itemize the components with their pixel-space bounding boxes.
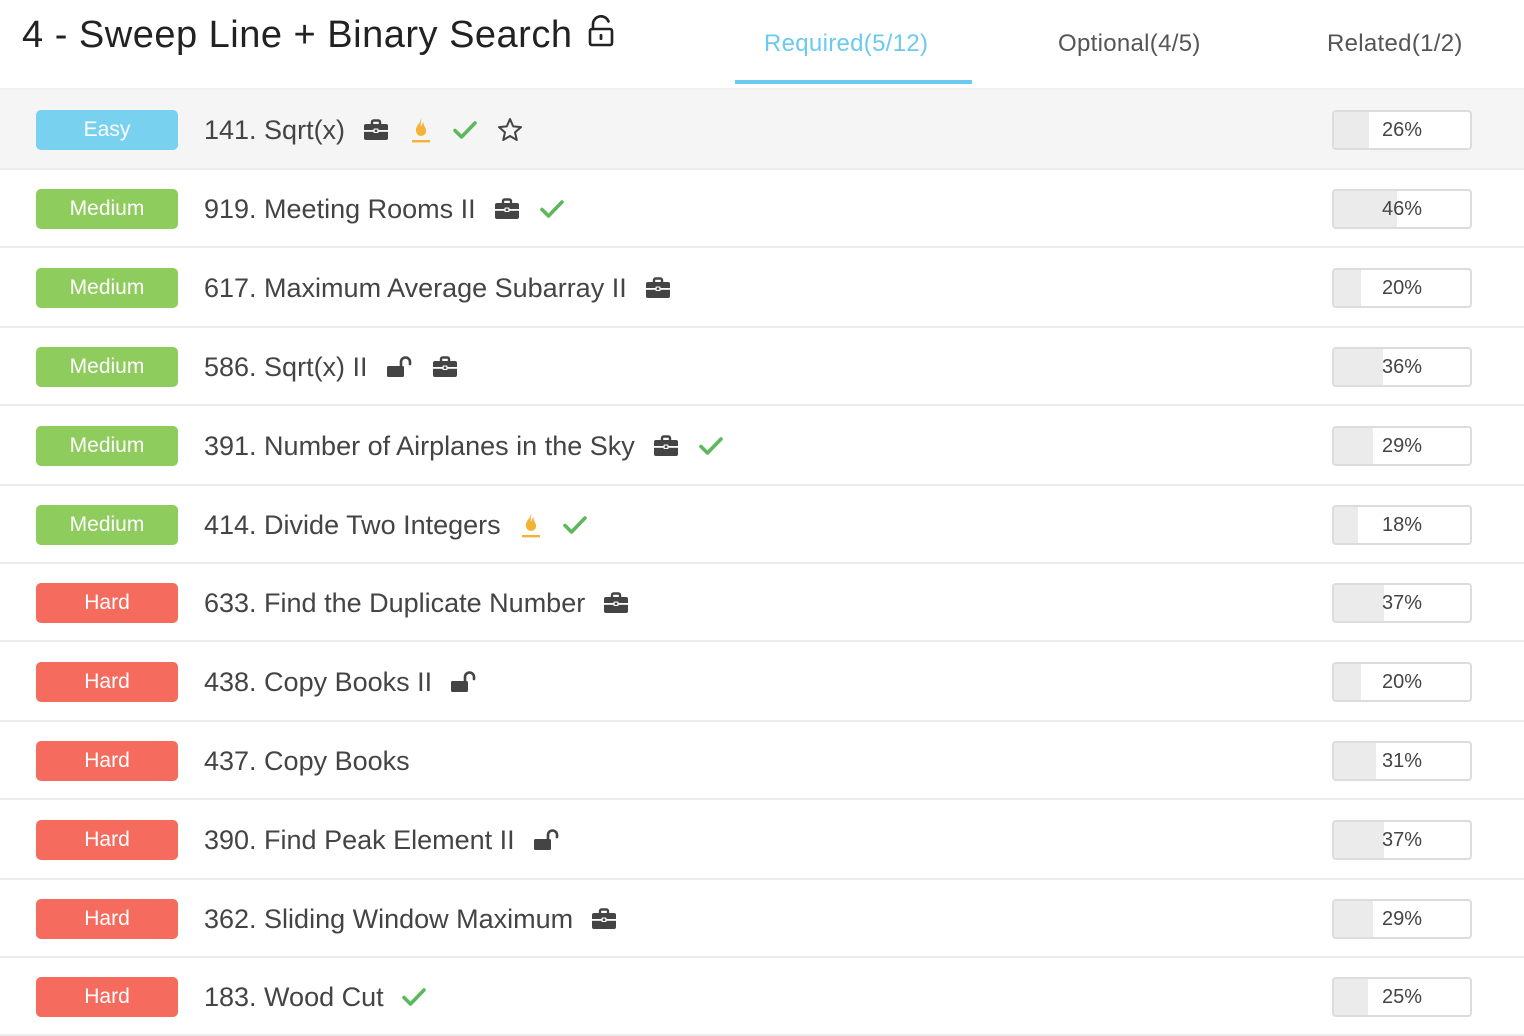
acceptance-rate-text: 37% [1381,829,1423,851]
problem-title-link[interactable]: 183. Wood Cut [204,977,426,1017]
acceptance-rate-bar: 20% [1332,268,1472,308]
unlock-icon [533,829,559,851]
problem-row[interactable]: Medium 919. Meeting Rooms II 46% [0,170,1524,248]
problem-row[interactable]: Medium 414. Divide Two Integers 18% [0,486,1524,564]
tab-optional[interactable]: Optional(4/5) [1058,30,1201,58]
problem-title-link[interactable]: 390. Find Peak Element II [204,820,559,860]
briefcase-icon [494,198,520,220]
acceptance-rate-text: 20% [1381,277,1423,299]
unlock-icon [450,671,476,693]
problem-title: 390. Find Peak Element II [204,824,515,855]
page-header: 4 - Sweep Line + Binary Search Required(… [0,0,1524,90]
briefcase-icon [432,356,458,378]
difficulty-badge: Hard [36,977,178,1017]
problem-title: 633. Find the Duplicate Number [204,587,586,618]
problem-row[interactable]: Medium 586. Sqrt(x) II 36% [0,328,1524,406]
tab-related[interactable]: Related(1/2) [1327,30,1463,58]
acceptance-rate-text: 26% [1381,119,1423,141]
acceptance-rate-text: 36% [1381,356,1423,378]
problem-row[interactable]: Hard 633. Find the Duplicate Number 37% [0,564,1524,642]
problem-title-link[interactable]: 362. Sliding Window Maximum [204,899,617,939]
acceptance-rate-bar: 37% [1332,583,1472,623]
page-title-text: 4 - Sweep Line + Binary Search [22,14,573,56]
problem-title: 362. Sliding Window Maximum [204,903,574,934]
check-icon [698,436,723,456]
problem-row[interactable]: Hard 390. Find Peak Element II 37% [0,800,1524,880]
difficulty-badge: Medium [36,347,178,387]
acceptance-rate-text: 29% [1381,435,1423,457]
difficulty-badge: Hard [36,662,178,702]
acceptance-rate-bar: 29% [1332,899,1472,939]
problem-title-link[interactable]: 438. Copy Books II [204,662,476,702]
problem-row[interactable]: Hard 438. Copy Books II 20% [0,642,1524,722]
acceptance-rate-text: 20% [1381,671,1423,693]
briefcase-icon [603,592,629,614]
acceptance-rate-bar: 31% [1332,741,1472,781]
difficulty-badge: Medium [36,268,178,308]
flame-icon [519,511,543,539]
acceptance-rate-text: 37% [1381,592,1423,614]
acceptance-rate-bar: 26% [1332,110,1472,150]
star-icon[interactable] [497,117,523,143]
problem-title: 617. Maximum Average Subarray II [204,272,627,303]
problem-title-link[interactable]: 633. Find the Duplicate Number [204,583,629,623]
acceptance-rate-text: 29% [1381,908,1423,930]
problem-list: Easy 141. Sqrt(x) 26% Medium 919. Meeting Ro… [0,90,1524,1036]
problem-row[interactable]: Easy 141. Sqrt(x) 26% [0,90,1524,170]
problem-title: 919. Meeting Rooms II [204,193,476,224]
unlock-icon [386,356,412,378]
acceptance-rate-text: 18% [1381,514,1423,536]
acceptance-rate-bar: 36% [1332,347,1472,387]
acceptance-rate-text: 31% [1381,750,1423,772]
flame-icon [409,116,433,144]
acceptance-rate-text: 25% [1381,986,1423,1008]
difficulty-badge: Hard [36,583,178,623]
acceptance-rate-bar: 29% [1332,426,1472,466]
acceptance-rate-bar: 18% [1332,505,1472,545]
acceptance-rate-bar: 25% [1332,977,1472,1017]
problem-title-link[interactable]: 437. Copy Books [204,741,410,781]
problem-title-link[interactable]: 391. Number of Airplanes in the Sky [204,426,723,466]
difficulty-badge: Medium [36,189,178,229]
problem-title: 391. Number of Airplanes in the Sky [204,430,635,461]
briefcase-icon [645,277,671,299]
page-title: 4 - Sweep Line + Binary Search [22,14,614,57]
problem-title: 141. Sqrt(x) [204,114,346,145]
problem-row[interactable]: Hard 362. Sliding Window Maximum 29% [0,880,1524,958]
unlock-icon [588,14,614,57]
problem-row[interactable]: Hard 437. Copy Books 31% [0,722,1524,800]
problem-title-link[interactable]: 617. Maximum Average Subarray II [204,268,671,308]
difficulty-badge: Hard [36,820,178,860]
difficulty-badge: Hard [36,899,178,939]
acceptance-rate-text: 46% [1381,198,1423,220]
check-icon [539,199,564,219]
problem-title-link[interactable]: 919. Meeting Rooms II [204,189,564,229]
difficulty-badge: Hard [36,741,178,781]
problem-title: 414. Divide Two Integers [204,509,501,540]
check-icon [401,987,426,1007]
tab-required[interactable]: Required(5/12) [764,30,928,58]
problem-title-link[interactable]: 141. Sqrt(x) [204,110,523,150]
acceptance-rate-bar: 37% [1332,820,1472,860]
problem-title: 437. Copy Books [204,745,410,776]
check-icon [562,515,587,535]
briefcase-icon [653,435,679,457]
active-tab-indicator [735,80,972,84]
difficulty-badge: Medium [36,505,178,545]
problem-title: 586. Sqrt(x) II [204,351,368,382]
problem-title: 438. Copy Books II [204,666,433,697]
problem-row[interactable]: Hard 183. Wood Cut 25% [0,958,1524,1036]
problem-row[interactable]: Medium 391. Number of Airplanes in the Sk… [0,406,1524,486]
difficulty-badge: Medium [36,426,178,466]
briefcase-icon [591,908,617,930]
briefcase-icon [363,119,389,141]
acceptance-rate-bar: 20% [1332,662,1472,702]
check-icon [453,120,477,140]
problem-title-link[interactable]: 586. Sqrt(x) II [204,347,458,387]
difficulty-badge: Easy [36,110,178,150]
problem-row[interactable]: Medium 617. Maximum Average Subarray II 20… [0,248,1524,328]
problem-title: 183. Wood Cut [204,981,384,1012]
problem-title-link[interactable]: 414. Divide Two Integers [204,505,587,545]
acceptance-rate-bar: 46% [1332,189,1472,229]
